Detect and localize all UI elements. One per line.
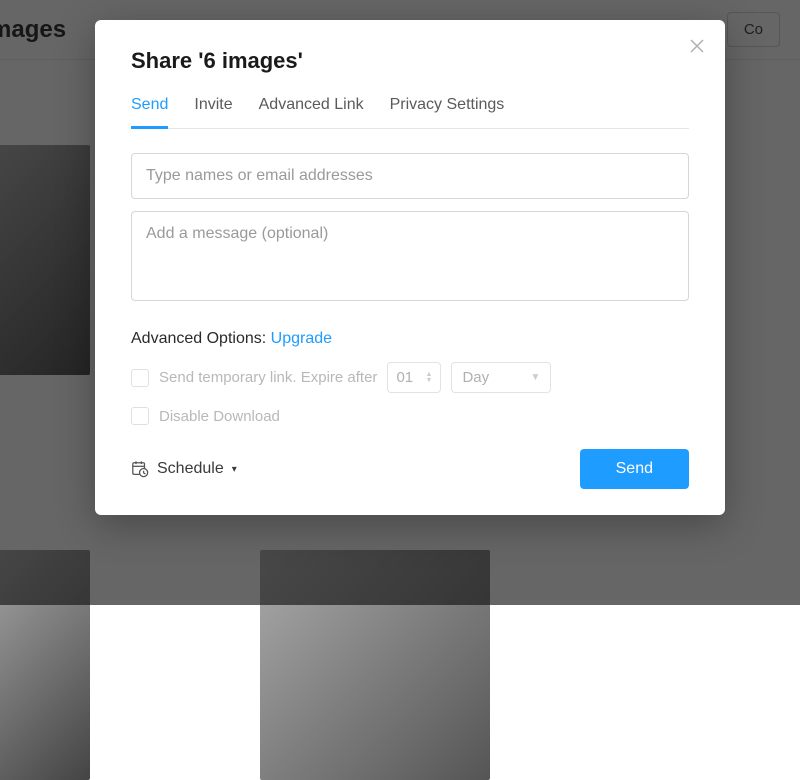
close-icon[interactable] xyxy=(689,38,705,54)
tab-privacy-settings[interactable]: Privacy Settings xyxy=(390,96,505,129)
modal-tabs: Send Invite Advanced Link Privacy Settin… xyxy=(131,96,689,129)
tab-advanced-link[interactable]: Advanced Link xyxy=(259,96,364,129)
send-button[interactable]: Send xyxy=(580,449,689,489)
message-input[interactable] xyxy=(131,211,689,301)
expire-label: Send temporary link. Expire after xyxy=(159,369,377,386)
chevron-down-icon: ▼ xyxy=(531,372,541,383)
expire-unit-select[interactable]: Day ▼ xyxy=(451,362,551,393)
schedule-button[interactable]: Schedule ▾ xyxy=(131,460,237,478)
share-modal: Share '6 images' Send Invite Advanced Li… xyxy=(95,20,725,515)
caret-down-icon: ▾ xyxy=(232,464,237,475)
stepper-icon[interactable]: ▲▼ xyxy=(426,372,433,384)
disable-download-checkbox[interactable] xyxy=(131,407,149,425)
expire-option-row: Send temporary link. Expire after 01 ▲▼ … xyxy=(131,362,689,393)
upgrade-link[interactable]: Upgrade xyxy=(271,330,332,347)
advanced-options-label: Advanced Options: Upgrade xyxy=(131,330,689,348)
tab-invite[interactable]: Invite xyxy=(194,96,232,129)
modal-footer: Schedule ▾ Send xyxy=(131,449,689,489)
disable-download-row: Disable Download xyxy=(131,407,689,425)
expire-number-input[interactable]: 01 ▲▼ xyxy=(387,362,441,393)
modal-title: Share '6 images' xyxy=(131,48,689,74)
disable-download-label: Disable Download xyxy=(159,408,280,425)
calendar-clock-icon xyxy=(131,460,149,478)
tab-send[interactable]: Send xyxy=(131,96,168,129)
expire-checkbox[interactable] xyxy=(131,369,149,387)
recipients-input[interactable] xyxy=(131,153,689,199)
